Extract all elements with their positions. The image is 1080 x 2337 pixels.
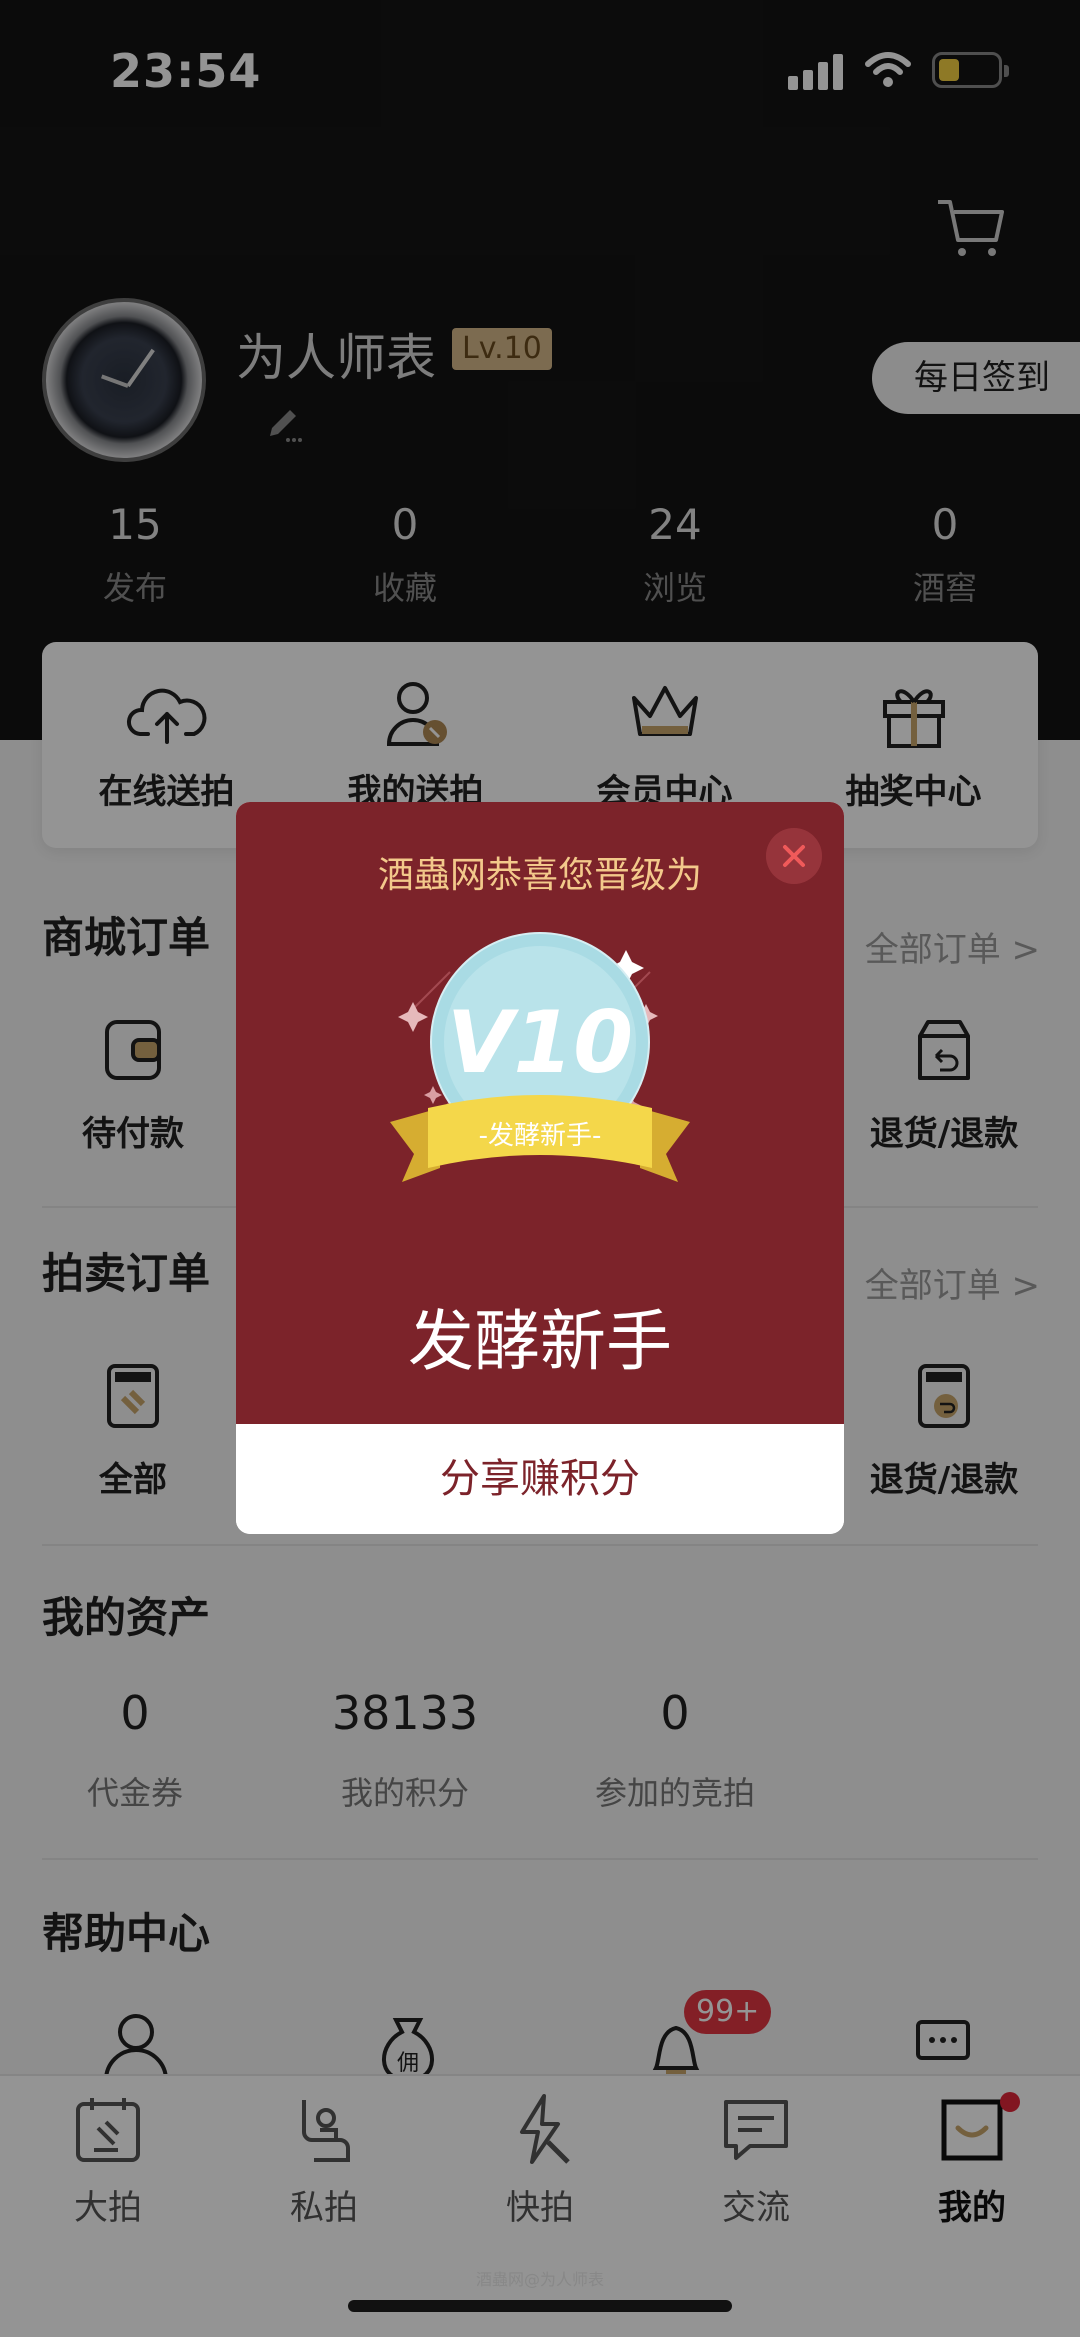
modal-heading: 酒蟲网恭喜您晋级为 bbox=[377, 855, 702, 896]
medal-ribbon-text: -发酵新手- bbox=[479, 1121, 602, 1151]
medal-text: V10 bbox=[447, 993, 633, 1093]
modal-level-name: 发酵新手 bbox=[408, 1303, 672, 1380]
share-earn-points-button[interactable]: 分享赚积分 bbox=[236, 1424, 844, 1534]
level-medal-icon: V10 -发酵新手- bbox=[390, 932, 690, 1182]
home-indicator[interactable] bbox=[348, 2300, 732, 2312]
level-up-modal: 酒蟲网恭喜您晋级为 V10 -发酵新手- 发酵新手 分享赚积分 bbox=[236, 802, 844, 1534]
modal-body: 酒蟲网恭喜您晋级为 V10 -发酵新手- 发酵新手 bbox=[236, 802, 844, 1424]
close-icon[interactable] bbox=[766, 828, 822, 884]
watermark: 酒蟲网@为人师表 bbox=[475, 2270, 604, 2289]
